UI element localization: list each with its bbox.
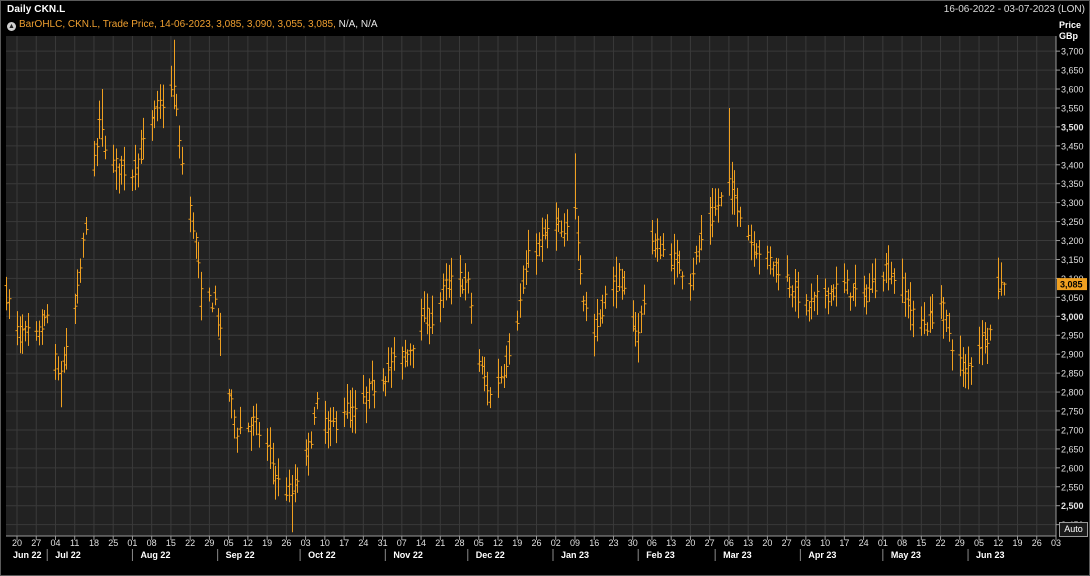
x-day-label: 22: [185, 538, 195, 548]
x-day-label: 20: [685, 538, 695, 548]
y-tick-label: 2,600: [1061, 463, 1084, 473]
x-day-label: 06: [724, 538, 734, 548]
chart-window: Daily CKN.L 16-06-2022 - 03-07-2023 (LON…: [0, 0, 1090, 576]
x-month-label: Sep 22: [226, 550, 255, 560]
x-day-label: 28: [455, 538, 465, 548]
x-day-label: 04: [50, 538, 60, 548]
x-month-label: May 23: [891, 550, 921, 560]
x-month-label: Dec 22: [476, 550, 505, 560]
y-tick-label: 2,550: [1061, 482, 1084, 492]
x-month-label: Jun 23: [976, 550, 1005, 560]
x-day-label: 26: [531, 538, 541, 548]
y-tick-label: 3,550: [1061, 103, 1084, 113]
x-day-label: 30: [628, 538, 638, 548]
auto-scale-button[interactable]: Auto: [1059, 522, 1088, 537]
y-tick-label: 2,500: [1061, 501, 1084, 511]
x-day-label: 15: [916, 538, 926, 548]
x-day-label: 06: [647, 538, 657, 548]
x-day-label: 12: [493, 538, 503, 548]
y-tick-label: 3,700: [1061, 47, 1084, 57]
y-tick-label: 3,250: [1061, 217, 1084, 227]
x-day-label: 19: [1013, 538, 1023, 548]
x-day-label: 18: [89, 538, 99, 548]
y-tick-label: 2,750: [1061, 407, 1084, 417]
x-day-label: 29: [204, 538, 214, 548]
x-day-label: 26: [1032, 538, 1042, 548]
x-day-label: 21: [435, 538, 445, 548]
x-day-label: 01: [127, 538, 137, 548]
price-chart[interactable]: 2,4502,5002,5502,6002,6502,7002,7502,800…: [1, 1, 1089, 575]
y-tick-label: 3,200: [1061, 236, 1084, 246]
x-day-label: 03: [801, 538, 811, 548]
x-day-label: 14: [416, 538, 426, 548]
x-month-label: Mar 23: [723, 550, 752, 560]
x-day-label: 03: [301, 538, 311, 548]
x-day-label: 05: [974, 538, 984, 548]
x-month-label: Oct 22: [308, 550, 336, 560]
x-month-label: Jul 22: [55, 550, 81, 560]
x-day-label: 17: [839, 538, 849, 548]
x-day-label: 05: [474, 538, 484, 548]
x-day-label: 29: [955, 538, 965, 548]
x-month-label: Apr 23: [808, 550, 836, 560]
y-tick-label: 3,500: [1061, 122, 1084, 132]
y-tick-label: 2,900: [1061, 350, 1084, 360]
x-day-label: 27: [782, 538, 792, 548]
x-day-label: 23: [608, 538, 618, 548]
y-tick-label: 3,450: [1061, 141, 1084, 151]
x-day-label: 24: [859, 538, 869, 548]
x-day-label: 09: [570, 538, 580, 548]
x-month-label: Nov 22: [393, 550, 423, 560]
x-day-label: 13: [743, 538, 753, 548]
last-price-label: 3,085: [1060, 280, 1083, 290]
y-tick-label: 3,600: [1061, 85, 1084, 95]
x-day-label: 13: [666, 538, 676, 548]
x-day-label: 27: [705, 538, 715, 548]
x-day-label: 05: [224, 538, 234, 548]
y-tick-label: 2,850: [1061, 369, 1084, 379]
y-tick-label: 2,700: [1061, 425, 1084, 435]
x-day-label: 12: [243, 538, 253, 548]
x-day-label: 22: [936, 538, 946, 548]
x-day-label: 02: [551, 538, 561, 548]
y-tick-label: 2,950: [1061, 331, 1084, 341]
x-day-label: 19: [512, 538, 522, 548]
y-tick-label: 3,050: [1061, 293, 1084, 303]
x-day-label: 19: [262, 538, 272, 548]
y-tick-label: 3,150: [1061, 255, 1084, 265]
y-tick-label: 2,800: [1061, 388, 1084, 398]
x-day-label: 31: [378, 538, 388, 548]
x-day-label: 08: [147, 538, 157, 548]
y-tick-label: 3,300: [1061, 198, 1084, 208]
x-day-label: 17: [339, 538, 349, 548]
x-day-label: 25: [108, 538, 118, 548]
x-day-label: 15: [166, 538, 176, 548]
x-day-label: 20: [12, 538, 22, 548]
x-day-label: 16: [589, 538, 599, 548]
x-day-label: 24: [358, 538, 368, 548]
x-day-label: 11: [70, 538, 79, 548]
y-tick-label: 3,400: [1061, 160, 1084, 170]
x-day-label: 03: [1051, 538, 1061, 548]
x-month-label: Aug 22: [140, 550, 170, 560]
x-day-label: 10: [820, 538, 830, 548]
x-day-label: 01: [878, 538, 888, 548]
x-day-label: 08: [897, 538, 907, 548]
y-tick-label: 2,650: [1061, 444, 1084, 454]
x-day-label: 27: [31, 538, 41, 548]
x-day-label: 26: [281, 538, 291, 548]
x-month-label: Feb 23: [646, 550, 675, 560]
x-day-label: 12: [993, 538, 1003, 548]
y-tick-label: 3,350: [1061, 179, 1084, 189]
x-day-label: 20: [762, 538, 772, 548]
y-tick-label: 3,000: [1061, 312, 1084, 322]
x-month-label: Jan 23: [561, 550, 589, 560]
x-day-label: 07: [397, 538, 407, 548]
y-tick-label: 3,650: [1061, 66, 1084, 76]
x-day-label: 10: [320, 538, 330, 548]
x-month-label: Jun 22: [13, 550, 42, 560]
